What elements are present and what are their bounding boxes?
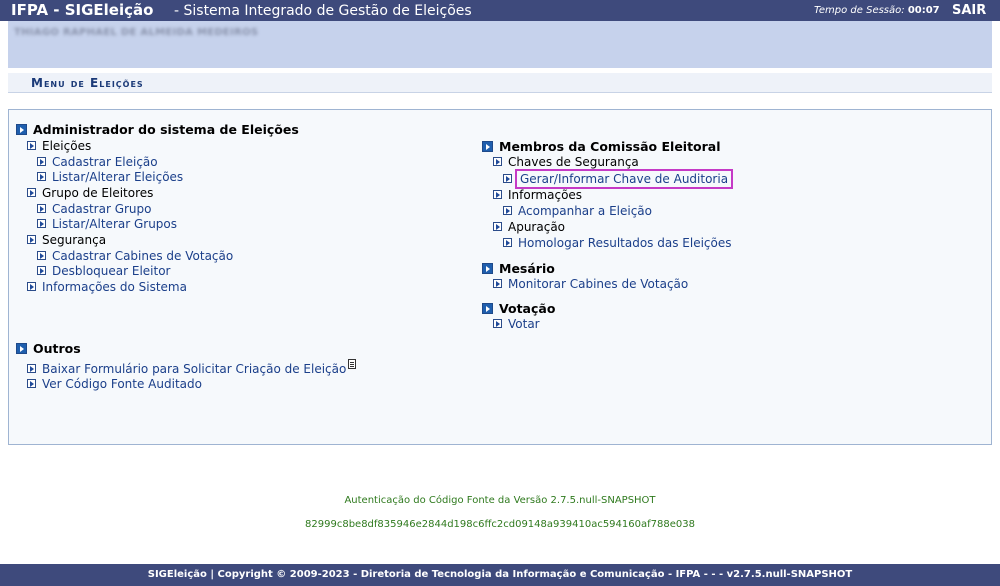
section-arrow-icon [16,124,27,135]
arrow-icon [37,204,46,213]
menu-link-listar-eleicoes[interactable]: Listar/Alterar Eleições [37,170,183,185]
arrow-icon [493,157,502,166]
menu-title-bar: Menu de Eleições [8,73,992,93]
group-chaves-label: Chaves de Segurança [508,155,639,169]
group-seguranca: Segurança [27,233,106,248]
link-label[interactable]: Desbloquear Eleitor [52,264,171,278]
auth-version-text: Autenticação do Código Fonte da Versão 2… [344,495,656,506]
arrow-icon [27,379,36,388]
arrow-icon [493,279,502,288]
section-arrow-icon [482,303,493,314]
link-label[interactable]: Listar/Alterar Grupos [52,217,177,231]
top-header-bar: IFPA - SIGEleição - Sistema Integrado de… [0,0,1000,21]
section-comissao: Membros da Comissão Eleitoral [482,139,721,154]
session-timer: Tempo de Sessão: 00:07 [814,4,940,17]
menu-link-monitorar-cabines[interactable]: Monitorar Cabines de Votação [493,277,688,292]
menu-link-cadastrar-cabines[interactable]: Cadastrar Cabines de Votação [37,249,233,264]
group-eleicoes: Eleições [27,139,91,154]
section-outros-title: Outros [33,341,81,356]
group-apuracao: Apuração [493,220,565,235]
menu-link-cadastrar-eleicao[interactable]: Cadastrar Eleição [37,155,158,170]
footer-bar: SIGEleição | Copyright © 2009-2023 - Dir… [0,564,1000,586]
user-name: THIAGO RAPHAEL DE ALMEIDA MEDEIROS [14,27,259,38]
menu-link-ver-codigo-fonte[interactable]: Ver Código Fonte Auditado [27,377,202,392]
section-admin-title: Administrador do sistema de Eleições [33,122,299,137]
app-title: IFPA - SIGEleição [11,1,154,19]
menu-link-informacoes-sistema[interactable]: Informações do Sistema [27,280,187,295]
section-mesario-title: Mesário [499,261,555,276]
arrow-icon [493,222,502,231]
user-info-band: THIAGO RAPHAEL DE ALMEIDA MEDEIROS [8,21,992,68]
link-label[interactable]: Cadastrar Grupo [52,202,152,216]
group-informacoes: Informações [493,188,582,203]
arrow-icon [503,238,512,247]
arrow-icon [503,206,512,215]
link-label[interactable]: Cadastrar Eleição [52,155,158,169]
group-grupo-eleitores: Grupo de Eleitores [27,186,153,201]
link-label[interactable]: Listar/Alterar Eleições [52,170,183,184]
group-seguranca-label: Segurança [42,233,107,247]
link-label[interactable]: Acompanhar a Eleição [518,204,652,218]
arrow-icon [493,190,502,199]
arrow-icon [37,157,46,166]
menu-link-votar[interactable]: Votar [493,317,540,332]
link-label[interactable]: Monitorar Cabines de Votação [508,277,688,291]
link-label[interactable]: Homologar Resultados das Eleições [518,236,732,250]
session-label: Tempo de Sessão: [814,5,905,16]
arrow-icon [27,188,36,197]
arrow-icon [27,141,36,150]
menu-link-cadastrar-grupo[interactable]: Cadastrar Grupo [37,202,152,217]
app-subtitle: - Sistema Integrado de Gestão de Eleiçõe… [174,3,472,19]
document-download-icon[interactable] [348,359,357,369]
section-arrow-icon [482,263,493,274]
arrow-icon [37,251,46,260]
menu-link-gerar-chave-auditoria[interactable]: Gerar/Informar Chave de Auditoria [503,169,734,189]
menu-link-listar-grupos[interactable]: Listar/Alterar Grupos [37,217,177,232]
arrow-icon [27,282,36,291]
section-arrow-icon [482,141,493,152]
group-apuracao-label: Apuração [508,220,566,234]
logout-button[interactable]: SAIR [952,2,986,19]
arrow-icon [27,235,36,244]
menu-link-baixar-formulario[interactable]: Baixar Formulário para Solicitar Criação… [27,359,357,377]
link-label[interactable]: Cadastrar Cabines de Votação [52,249,233,263]
link-label[interactable]: Votar [508,317,540,331]
footer-text: SIGEleição | Copyright © 2009-2023 - Dir… [147,569,853,580]
section-outros: Outros [16,341,81,356]
arrow-icon [37,172,46,181]
arrow-icon [37,266,46,275]
section-arrow-icon [16,343,27,354]
section-mesario: Mesário [482,261,555,276]
group-informacoes-label: Informações [508,188,583,202]
menu-link-homologar-resultados[interactable]: Homologar Resultados das Eleições [503,236,732,251]
section-admin: Administrador do sistema de Eleições [16,122,299,137]
page-title: Menu de Eleições [31,76,144,90]
session-time: 00:07 [907,5,940,16]
link-label[interactable]: Ver Código Fonte Auditado [42,377,202,391]
arrow-icon [27,364,36,373]
link-label[interactable]: Informações do Sistema [42,280,187,294]
arrow-icon [493,319,502,328]
link-label[interactable]: Baixar Formulário para Solicitar Criação… [42,362,346,376]
menu-link-acompanhar-eleicao[interactable]: Acompanhar a Eleição [503,204,652,219]
link-label-highlighted[interactable]: Gerar/Informar Chave de Auditoria [514,169,734,189]
group-grupo-label: Grupo de Eleitores [42,186,154,200]
arrow-icon [37,219,46,228]
auth-hash-text: 82999c8be8df835946e2844d198c6ffc2cd09148… [305,519,695,530]
group-chaves-seguranca: Chaves de Segurança [493,155,639,170]
section-votacao-title: Votação [499,301,556,316]
arrow-icon [503,174,512,183]
section-comissao-title: Membros da Comissão Eleitoral [499,139,721,154]
group-eleicoes-label: Eleições [42,139,92,153]
menu-link-desbloquear-eleitor[interactable]: Desbloquear Eleitor [37,264,171,279]
section-votacao: Votação [482,301,555,316]
